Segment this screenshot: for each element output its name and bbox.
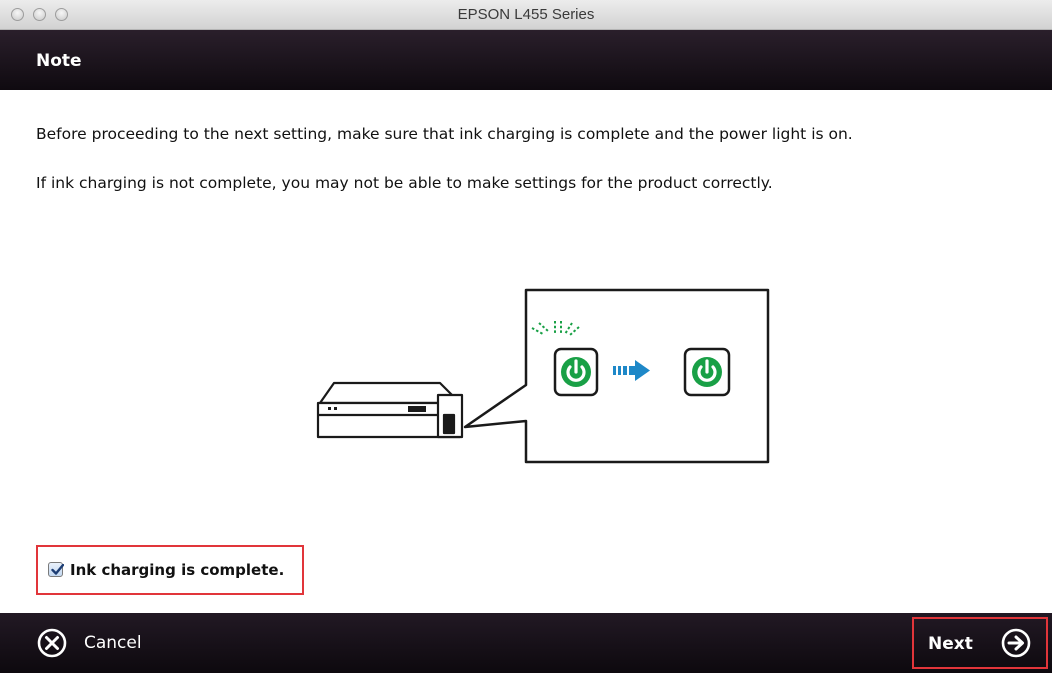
next-button[interactable]: Next [912,617,1048,669]
title-bar: EPSON L455 Series [0,0,1052,30]
printer-icon [316,381,464,439]
next-button-label: Next [928,634,973,654]
instruction-text-2: If ink charging is not complete, you may… [36,174,773,192]
ink-charging-checkbox-highlight: Ink charging is complete. [36,545,304,595]
header-bar: Note [0,30,1052,90]
cancel-button[interactable]: Cancel [36,627,186,659]
footer-bar: Cancel Next [0,613,1052,673]
ink-charging-checkbox-label[interactable]: Ink charging is complete. [70,561,284,579]
window-title: EPSON L455 Series [457,6,595,23]
power-button-blinking-icon [553,347,599,397]
page-title: Note [36,51,82,71]
power-button-on-icon [683,347,731,397]
next-arrow-icon [1001,628,1031,658]
cancel-button-label: Cancel [84,633,142,653]
instruction-text-1: Before proceeding to the next setting, m… [36,125,853,143]
printer-power-light-illustration [316,288,770,464]
ink-charging-checkbox[interactable] [48,562,64,577]
checkmark-icon [51,564,64,575]
cancel-x-icon [37,628,67,658]
